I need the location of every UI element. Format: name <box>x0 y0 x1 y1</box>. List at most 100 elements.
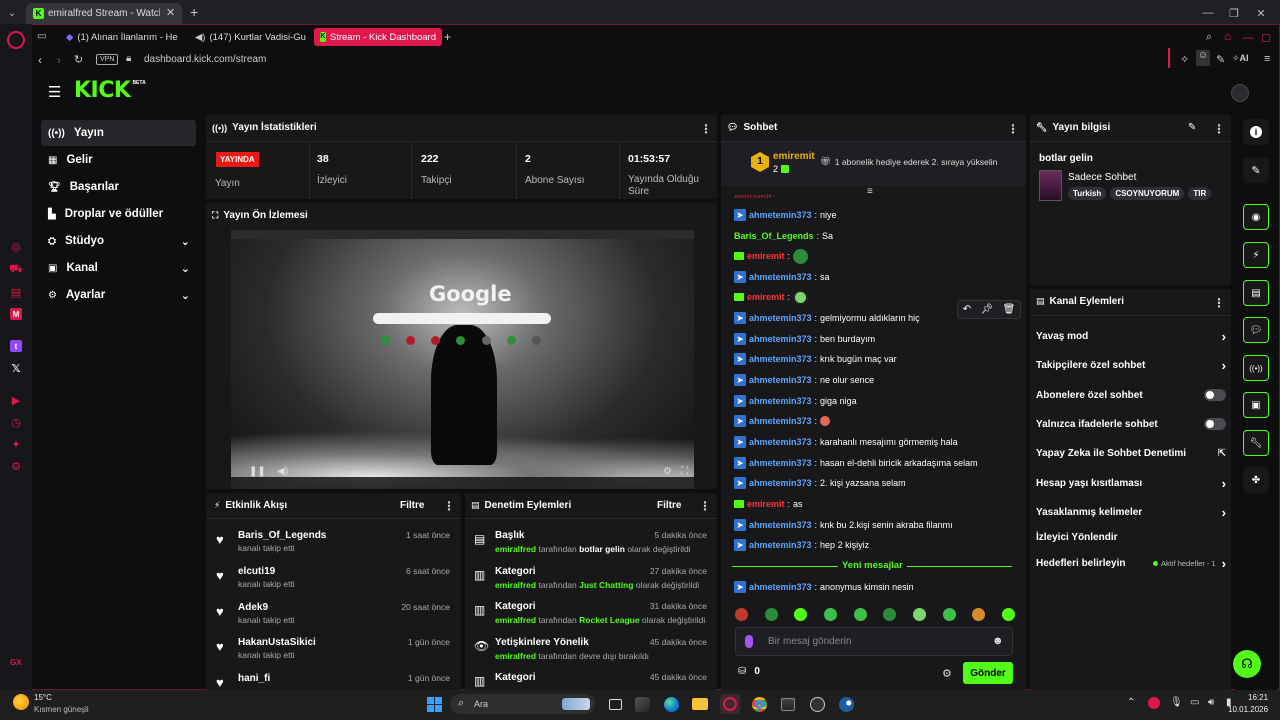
chat-message[interactable]: ➤ ahmetemin373: gelmiyormu aldıkların hiç <box>734 311 954 325</box>
sidebar-item-basarilar[interactable]: 🏆︎ Başarılar <box>41 174 196 200</box>
more-options-icon[interactable]: ⋮ <box>700 123 712 135</box>
player-icon[interactable]: ▶ <box>10 394 22 407</box>
preview-settings-icon[interactable]: ⚙ <box>663 466 672 477</box>
emote-icon[interactable] <box>853 607 867 621</box>
emote-icon[interactable] <box>972 607 986 621</box>
emote-icon[interactable] <box>942 607 956 621</box>
moderation-filter-button[interactable]: Filtre <box>657 500 681 511</box>
chat-username[interactable]: ahmetemin373 <box>749 416 812 426</box>
chat-username[interactable]: ahmetemin373 <box>749 520 812 530</box>
maximize-icon[interactable]: ❐ <box>1222 0 1246 26</box>
address-bar[interactable]: dashboard.kick.com/stream <box>144 54 344 65</box>
emote-icon[interactable] <box>823 607 837 621</box>
preview-volume-icon[interactable]: ◀) <box>277 466 288 477</box>
chat-settings-icon[interactable]: ⚙ <box>942 667 952 680</box>
chat-message[interactable]: ➤ ahmetemin373: anonymus kimsin nesin <box>734 580 1019 594</box>
store-icon[interactable] <box>778 694 798 714</box>
shopping-icon[interactable]: ⛟ <box>9 263 23 276</box>
chat-username[interactable]: emiremit <box>747 251 785 261</box>
shapes-icon[interactable]: ✤ <box>1243 467 1269 493</box>
layout-icon[interactable]: ▣ <box>1243 392 1269 418</box>
vpn-badge[interactable]: VPN <box>96 54 119 65</box>
windows-start-icon[interactable] <box>424 694 444 714</box>
edit-pencil-icon[interactable]: ✎ <box>1188 122 1196 133</box>
opera-maximize-icon[interactable]: ☐ <box>1256 25 1276 51</box>
tray-opera-icon[interactable] <box>1148 697 1160 709</box>
emote-icon[interactable] <box>883 607 897 621</box>
reply-icon[interactable]: ↶ <box>963 304 971 315</box>
weather-temp[interactable]: 15°C <box>34 693 52 702</box>
opera-logo-icon[interactable] <box>7 31 25 49</box>
chat-username[interactable]: ahmetemin373 <box>749 313 812 323</box>
clock-time[interactable]: 16:21 <box>1248 693 1268 702</box>
tickets-icon[interactable]: ▤ <box>10 286 22 299</box>
sidebar-item-ayarlar[interactable]: ⚙ Ayarlar ⌄ <box>41 282 196 308</box>
chat-username[interactable]: emiremit <box>747 499 785 509</box>
new-tab-plus-icon[interactable]: + <box>444 30 451 44</box>
chat-input-box[interactable]: Bir mesaj gönderin ☻ <box>735 627 1013 656</box>
action-yasakli-kelimeler[interactable]: Yasaklanmış kelimeler › <box>1036 504 1226 520</box>
chat-message[interactable]: ➤ ahmetemin373: ben burdayım <box>734 332 1019 346</box>
emote-icon[interactable] <box>794 607 808 621</box>
close-tab-icon[interactable]: ✕ <box>166 6 175 19</box>
action-yavas-mod[interactable]: Yavaş mod › <box>1036 328 1226 344</box>
minimize-icon[interactable]: — <box>1196 0 1220 26</box>
chat-message[interactable]: ➤ ahmetemin373: knk bu 2.kişi senin akraba… <box>734 518 1019 532</box>
chat-message[interactable]: ➤ ahmetemin373: giga niga <box>734 394 1019 408</box>
preview-pause-icon[interactable]: ❚❚ <box>249 466 266 477</box>
clipboard-icon[interactable]: ▤ <box>1243 280 1269 306</box>
clock-date[interactable]: 10.01.2026 <box>1228 705 1268 714</box>
chat-username[interactable]: ahmetemin373 <box>749 437 812 447</box>
pin-icon[interactable]: 📌︎ <box>980 304 993 315</box>
more-options-icon[interactable]: ⋮ <box>443 500 455 512</box>
sidebar-item-droplar[interactable]: ▙ Droplar ve ödüller <box>41 201 196 227</box>
sidebar-item-studyo[interactable]: ⛭ Stüdyo ⌄ <box>41 228 196 254</box>
browser-tab-active[interactable]: K emiralfred Stream - Watch Live ✕ <box>26 3 182 24</box>
preview-fullscreen-icon[interactable]: ⛶ <box>681 466 688 477</box>
chat-username[interactable]: ahmetemin373 <box>749 540 812 550</box>
messenger-icon[interactable]: M <box>10 308 22 320</box>
reload-icon[interactable]: ↻ <box>74 53 83 66</box>
tag[interactable]: TIR <box>1188 187 1212 200</box>
chat-username[interactable]: ahmetemin373 <box>749 458 812 468</box>
weather-icon[interactable] <box>13 694 29 710</box>
close-window-icon[interactable]: ✕ <box>1249 0 1273 26</box>
support-headset-icon[interactable]: ☊ <box>1233 650 1261 678</box>
chat-message[interactable]: ➤ ahmetemin373:2. kişi yazsana selam <box>734 476 1019 490</box>
edit-icon[interactable]: ✎ <box>1243 157 1269 183</box>
tab-kurtlar-vadisi[interactable]: ◀) (147) Kurtlar Vadisi-Gu <box>185 28 307 46</box>
emote-icon[interactable] <box>1001 607 1015 621</box>
back-icon[interactable]: ‹ <box>38 53 42 67</box>
chat-username[interactable]: ahmetemin373 <box>749 396 812 406</box>
stream-preview-video[interactable]: Google ❚❚ ◀) ⚙ ⛶ <box>231 230 694 489</box>
broadcast-icon[interactable]: ((•)) <box>1243 355 1269 381</box>
channel-points[interactable]: ⛁ 0 <box>738 666 760 677</box>
chat-username[interactable]: ahmetemin373 <box>749 334 812 344</box>
emote-icon[interactable] <box>735 607 748 621</box>
gift-leaderboard[interactable]: 1 emiremit 2 🎁︎ 1 abonelik hediye ederek… <box>721 142 1026 186</box>
sidebar-item-yayin[interactable]: ((•)) Yayın <box>41 120 196 146</box>
tab-alinan-ilanlarim[interactable]: ◆ (1) Alınan İlanlarım - Hesap <box>60 28 178 46</box>
camera-icon[interactable]: ◉ <box>1243 204 1269 230</box>
tab-list-chevron-icon[interactable]: ⌄ <box>4 5 20 21</box>
tab-kick-dashboard[interactable]: K Stream - Kick Dashboard <box>314 28 442 46</box>
chat-message[interactable]: ➤ ahmetemin373: hep 2 kişiyiz <box>734 538 1019 552</box>
extensions-puzzle-icon[interactable]: ✧ <box>1180 53 1189 66</box>
info-icon[interactable]: i <box>1243 119 1269 145</box>
emote-icon[interactable] <box>912 607 926 621</box>
chat-message[interactable]: ➤ ahmetemin373: niye <box>734 208 1019 222</box>
chat-message[interactable]: emiremit: <box>734 248 1019 264</box>
emoji-picker-icon[interactable]: ☻ <box>992 635 1004 647</box>
tag[interactable]: CSOYNUYORUM <box>1110 187 1185 200</box>
task-view-icon[interactable] <box>605 694 625 714</box>
forward-icon[interactable]: › <box>57 53 61 67</box>
opera-gx-icon[interactable] <box>720 694 740 714</box>
steam-icon[interactable] <box>836 694 856 714</box>
chat-message[interactable]: ➤ ahmetemin373: sa <box>734 270 1019 284</box>
sidebar-item-gelir[interactable]: ▦ Gelir <box>41 147 196 173</box>
toggle-switch[interactable] <box>1204 418 1226 430</box>
action-hedefler[interactable]: Hedefleri belirleyin Aktif hedefler - 1 … <box>1036 555 1226 571</box>
chat-message[interactable]: ➤ ahmetemin373: <box>734 414 1019 428</box>
send-button[interactable]: Gönder <box>963 662 1013 684</box>
chat-message[interactable]: ➤ ahmetemin373: karahanlı mesajımı görmemi… <box>734 435 1019 449</box>
